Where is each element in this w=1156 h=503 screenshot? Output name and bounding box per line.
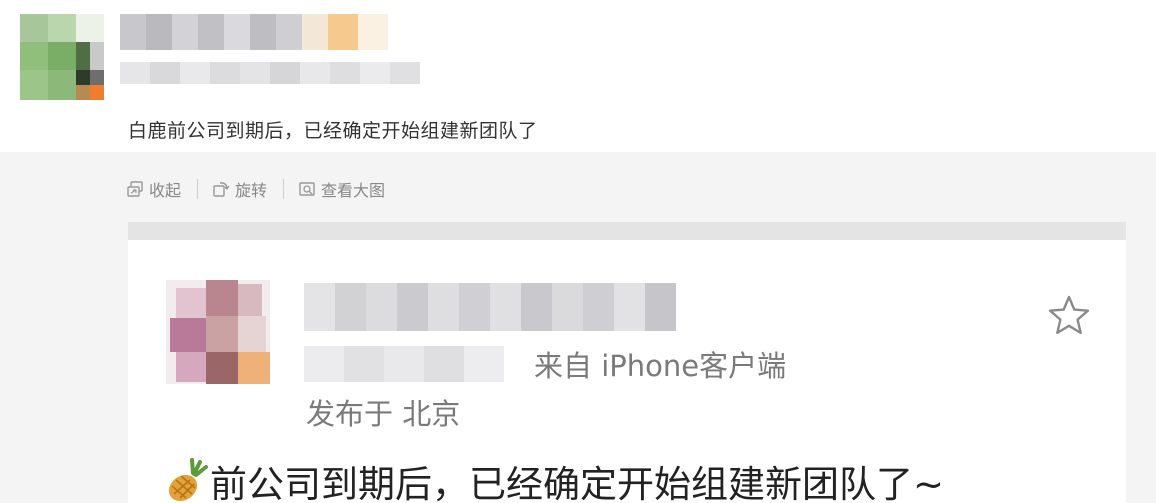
image-toolbar: 收起 旋转 查看大图 [126,176,385,202]
collapse-button[interactable]: 收起 [126,177,181,201]
card-content-text: 前公司到期后，已经确定开始组建新团队了~ [210,463,945,503]
rotate-label: 旋转 [235,181,268,200]
card-avatar [166,280,270,384]
view-large-icon [299,182,315,196]
card-content-line: 前公司到期后，已经确定开始组建新团队了~ [164,454,944,503]
card-time-blurred [304,346,504,382]
card-username-blurred [304,283,676,331]
pineapple-emoji [168,458,208,502]
star-icon[interactable] [1046,293,1092,339]
post-location: 发布于 北京 [306,397,461,431]
collapse-label: 收起 [149,181,182,200]
avatar[interactable] [20,14,104,100]
post-meta-blurred [120,62,420,84]
image-top-strip [128,222,1126,240]
rotate-button[interactable]: 旋转 [212,177,267,201]
rotate-icon [213,182,230,197]
post-text: 白鹿前公司到期后，已经确定开始组建新团队了 [128,120,538,142]
collapse-icon [127,181,143,197]
view-large-label: 查看大图 [321,181,386,200]
toolbar-divider [283,179,285,199]
username-blurred[interactable] [120,14,390,50]
post-header: 白鹿前公司到期后，已经确定开始组建新团队了 [0,0,1156,150]
post-source: 来自 iPhone客户端 [534,349,787,383]
view-large-button[interactable]: 查看大图 [298,177,385,201]
toolbar-divider [197,179,199,199]
